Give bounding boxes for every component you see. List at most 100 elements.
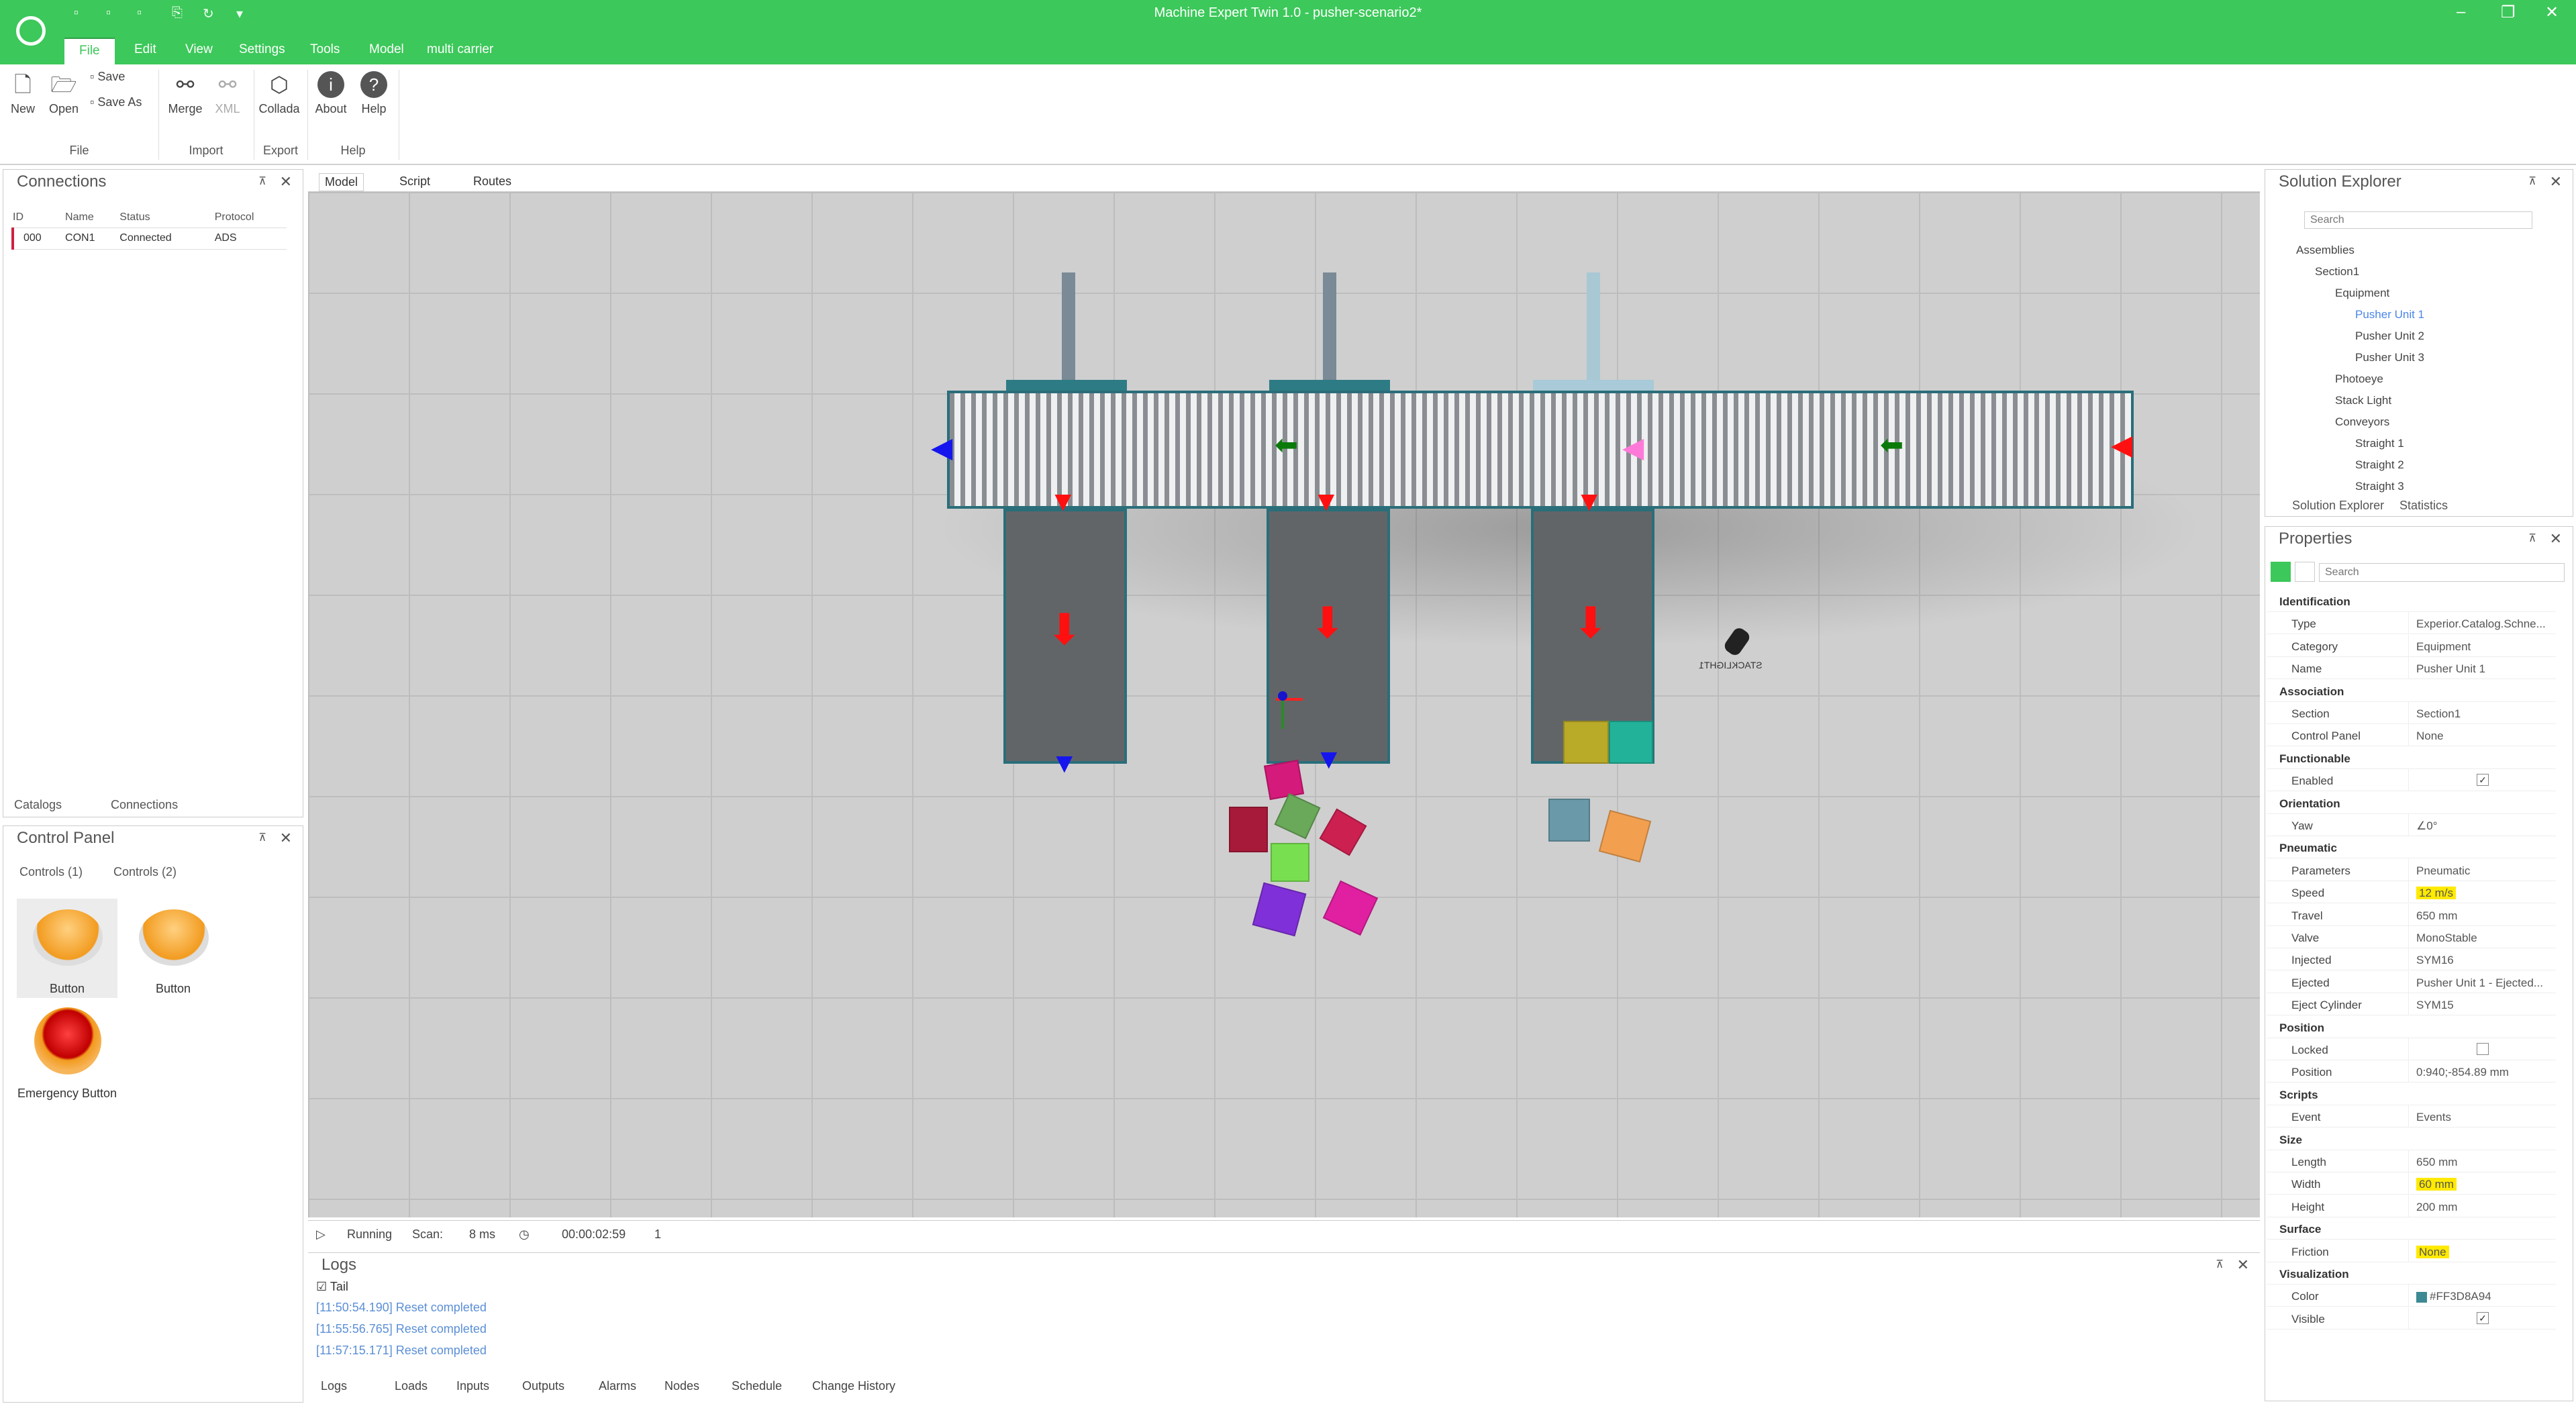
load-box[interactable]	[1548, 799, 1590, 842]
menu-edit[interactable]: Edit	[119, 38, 171, 64]
about-button[interactable]: i About	[311, 71, 350, 116]
pin-icon[interactable]: ⊼	[2216, 1253, 2224, 1277]
tree-item-section1[interactable]: Section1	[2265, 261, 2561, 283]
close-window-icon[interactable]: ✕	[2545, 3, 2559, 22]
property-value[interactable]: 200 mm	[2416, 1201, 2457, 1214]
property-value[interactable]: MonoStable	[2416, 932, 2477, 945]
property-row[interactable]: Yaw ∠0°	[2267, 814, 2556, 836]
property-row[interactable]: Enabled ✓	[2267, 769, 2556, 792]
tab-statistics[interactable]: Statistics	[2399, 499, 2448, 513]
tab-alarms[interactable]: Alarms	[599, 1379, 636, 1393]
property-value[interactable]: SYM15	[2416, 999, 2454, 1012]
tree-item-straight-1[interactable]: Straight 1	[2265, 433, 2561, 454]
property-row[interactable]: Section Section1	[2267, 702, 2556, 724]
menu-view[interactable]: View	[170, 38, 228, 64]
tab-change-history[interactable]: Change History	[812, 1379, 895, 1393]
pin-icon[interactable]: ⊼	[258, 170, 266, 194]
tree-item-photoeye[interactable]: Photoeye	[2265, 368, 2561, 390]
property-row[interactable]: Control Panel None	[2267, 724, 2556, 747]
property-row[interactable]: Travel 650 mm	[2267, 903, 2556, 926]
property-row[interactable]: Ejected Pusher Unit 1 - Ejected...	[2267, 970, 2556, 993]
tree-item-pusher-unit-3[interactable]: Pusher Unit 3	[2265, 347, 2561, 368]
tab-nodes[interactable]: Nodes	[664, 1379, 699, 1393]
save-as-button[interactable]: ▫ Save As	[90, 95, 142, 109]
property-value[interactable]: Pusher Unit 1	[2416, 662, 2485, 676]
close-icon[interactable]: ✕	[2237, 1253, 2249, 1277]
gizmo-z-axis[interactable]	[1278, 691, 1287, 701]
tab-solution-explorer[interactable]: Solution Explorer	[2292, 499, 2384, 513]
load-box[interactable]	[1563, 721, 1609, 764]
property-checkbox[interactable]: ✓	[2477, 1311, 2489, 1324]
property-value[interactable]: 0:940;-854.89 mm	[2416, 1066, 2509, 1079]
menu-tools[interactable]: Tools	[295, 38, 354, 64]
pin-icon[interactable]: ⊼	[258, 826, 266, 850]
tab-outputs[interactable]: Outputs	[522, 1379, 564, 1393]
property-row[interactable]: Name Pusher Unit 1	[2267, 657, 2556, 680]
properties-search-input[interactable]	[2319, 563, 2565, 582]
property-row[interactable]: Event Events	[2267, 1105, 2556, 1128]
close-icon[interactable]: ✕	[2550, 527, 2562, 551]
property-value[interactable]: None	[2416, 1245, 2449, 1259]
load-box[interactable]	[1263, 759, 1305, 801]
tree-item-stack-light[interactable]: Stack Light	[2265, 390, 2561, 411]
close-icon[interactable]: ✕	[280, 826, 292, 850]
table-row[interactable]: 000 CON1 Connected ADS	[11, 228, 287, 249]
help-button[interactable]: ? Help	[354, 71, 393, 116]
property-row[interactable]: Parameters Pneumatic	[2267, 858, 2556, 881]
property-value[interactable]: 60 mm	[2416, 1178, 2457, 1191]
property-row[interactable]: Category Equipment	[2267, 634, 2556, 657]
close-icon[interactable]: ✕	[280, 170, 292, 194]
tree-item-straight-2[interactable]: Straight 2	[2265, 454, 2561, 476]
play-icon[interactable]: ▷	[316, 1227, 326, 1242]
property-value[interactable]: None	[2416, 730, 2444, 743]
property-row[interactable]: Height 200 mm	[2267, 1195, 2556, 1217]
property-row[interactable]: Length 650 mm	[2267, 1150, 2556, 1172]
property-row[interactable]: Color #FF3D8A94	[2267, 1285, 2556, 1307]
property-checkbox[interactable]: ✓	[2477, 774, 2489, 787]
property-row[interactable]: Visible ✓	[2267, 1307, 2556, 1329]
property-value[interactable]: SYM16	[2416, 954, 2454, 967]
3d-viewport[interactable]: ◀ ⬅ ◀ ⬅ ◀ ▼ ▼ ▼ ⬇ ⬇ ⬇ ▼ ▼ STACKLIGHT1	[308, 192, 2260, 1217]
tab-routes[interactable]: Routes	[473, 174, 511, 189]
tail-checkbox[interactable]: ☑ Tail	[308, 1277, 2260, 1297]
menu-settings[interactable]: Settings	[224, 38, 300, 64]
tab-loads[interactable]: Loads	[395, 1379, 428, 1393]
property-value[interactable]: #FF3D8A94	[2416, 1290, 2491, 1303]
tree-item-conveyors[interactable]: Conveyors	[2265, 411, 2561, 433]
collada-button[interactable]: ⬡ Collada	[258, 71, 301, 116]
property-row[interactable]: Injected SYM16	[2267, 948, 2556, 971]
main-conveyor[interactable]	[947, 391, 2134, 509]
property-value[interactable]: Pneumatic	[2416, 864, 2470, 878]
property-row[interactable]: Type Experior.Catalog.Schne...	[2267, 612, 2556, 635]
menu-multi-carrier[interactable]: multi carrier	[412, 38, 508, 64]
alphabetical-view-icon[interactable]	[2295, 562, 2315, 582]
tab-catalogs[interactable]: Catalogs	[14, 798, 62, 812]
tab-controls-1[interactable]: Controls (1)	[19, 865, 83, 879]
tree-item-pusher-unit-2[interactable]: Pusher Unit 2	[2265, 325, 2561, 347]
load-box[interactable]	[1229, 807, 1268, 852]
open-button[interactable]: 🗁 Open	[47, 71, 81, 116]
property-row[interactable]: Width 60 mm	[2267, 1172, 2556, 1195]
tree-item-equipment[interactable]: Equipment	[2265, 283, 2561, 304]
property-row[interactable]: Friction None	[2267, 1240, 2556, 1262]
property-value[interactable]: 12 m/s	[2416, 887, 2457, 900]
property-row[interactable]: Valve MonoStable	[2267, 926, 2556, 948]
property-row[interactable]: Position 0:940;-854.89 mm	[2267, 1060, 2556, 1083]
tree-item-assemblies[interactable]: Assemblies	[2265, 240, 2561, 261]
tree-item-pusher-unit-1[interactable]: Pusher Unit 1	[2265, 304, 2561, 325]
tab-connections[interactable]: Connections	[111, 798, 178, 812]
tab-schedule[interactable]: Schedule	[732, 1379, 782, 1393]
control-item-emergency-button[interactable]: Emergency Button	[17, 1003, 117, 1103]
load-box[interactable]	[1609, 721, 1653, 764]
minimize-icon[interactable]: –	[2457, 3, 2465, 21]
property-value[interactable]: 650 mm	[2416, 909, 2457, 923]
control-item-button-1[interactable]: Button	[17, 899, 117, 998]
property-value[interactable]: Experior.Catalog.Schne...	[2416, 617, 2546, 631]
save-button[interactable]: ▫ Save	[90, 70, 125, 84]
property-value[interactable]: 650 mm	[2416, 1156, 2457, 1169]
tab-logs[interactable]: Logs	[321, 1379, 347, 1393]
categorized-view-icon[interactable]	[2271, 562, 2291, 582]
property-value[interactable]: Section1	[2416, 707, 2461, 721]
property-value[interactable]: Pusher Unit 1 - Ejected...	[2416, 976, 2543, 990]
property-row[interactable]: Locked	[2267, 1038, 2556, 1060]
